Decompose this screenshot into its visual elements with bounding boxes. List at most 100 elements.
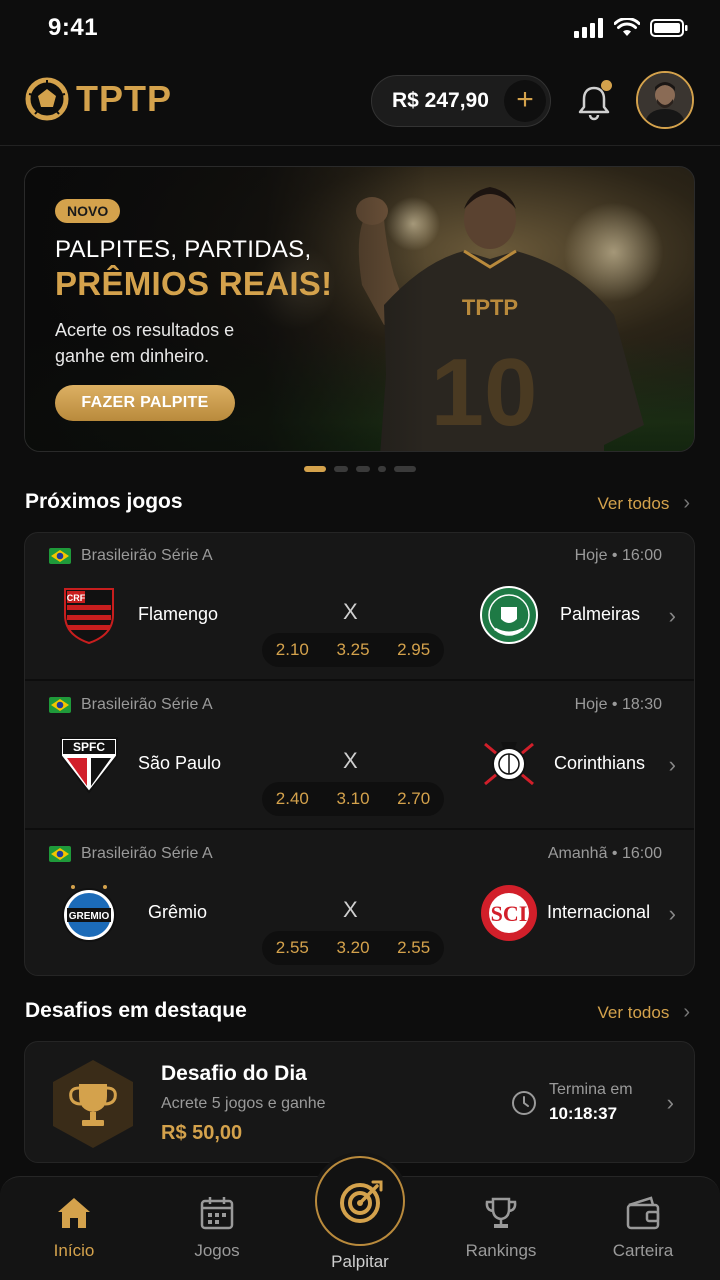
see-all-label: Ver todos <box>597 1002 670 1022</box>
jersey-number: 10 <box>431 339 538 446</box>
home-team-name: São Paulo <box>138 753 222 773</box>
chevron-right-icon: › <box>666 1090 674 1115</box>
odd-home[interactable]: 2.10 <box>276 640 309 660</box>
away-team-name: Corinthians <box>554 753 646 773</box>
status-bar: 9:41 <box>0 0 720 60</box>
wifi-icon <box>614 18 640 36</box>
match-row[interactable]: Brasileirão Série A Hoje • 16:00 CRF Fla… <box>25 533 694 681</box>
balance-amount: R$ 247,90 <box>392 89 489 112</box>
balance-pill[interactable]: R$ 247,90 + <box>371 75 551 127</box>
predict-fab-button[interactable] <box>315 1156 405 1246</box>
nav-games[interactable]: Jogos <box>157 1193 277 1261</box>
avatar-image <box>638 73 692 127</box>
odd-home[interactable]: 2.40 <box>276 789 309 809</box>
calendar-icon <box>200 1197 234 1230</box>
carousel-dot-3[interactable] <box>356 466 370 472</box>
nav-wallet[interactable]: Carteira <box>583 1193 703 1261</box>
match-row[interactable]: Brasileirão Série A Amanhã • 16:00 GREMI… <box>25 831 694 975</box>
league-name: Brasileirão Série A <box>81 845 213 862</box>
odd-away[interactable]: 2.95 <box>397 640 430 660</box>
versus-label: X <box>343 748 358 773</box>
match-time: Hoje • 16:00 <box>574 547 662 564</box>
challenge-card[interactable]: Desafio do Dia Acrete 5 jogos e ganhe R$… <box>24 1041 695 1163</box>
palmeiras-crest-icon <box>480 586 538 644</box>
logo-text: TPTP <box>76 78 173 119</box>
odd-draw[interactable]: 3.20 <box>336 938 369 958</box>
odds-group: 2.55 3.20 2.55 <box>262 931 444 965</box>
upcoming-matches-title: Próximos jogos <box>25 490 183 513</box>
brazil-flag-icon <box>49 846 71 862</box>
carousel-dot-4[interactable] <box>378 466 386 472</box>
flamengo-crest-icon: CRF <box>64 588 114 645</box>
away-team-name: Palmeiras <box>560 604 641 624</box>
challenges-see-all-link[interactable]: Ver todos › <box>598 1001 691 1024</box>
signal-icon <box>574 18 603 38</box>
chevron-right-icon: › <box>683 492 690 514</box>
carousel-dot-1[interactable] <box>304 466 326 472</box>
odd-home[interactable]: 2.55 <box>276 938 309 958</box>
clock-icon <box>512 1091 536 1115</box>
odd-draw[interactable]: 3.25 <box>336 640 369 660</box>
app-header: TPTP R$ 247,90 + <box>0 60 720 146</box>
odd-draw[interactable]: 3.10 <box>336 789 369 809</box>
gremio-crest-icon: GREMIO <box>62 885 116 942</box>
nav-home[interactable]: Início <box>14 1193 134 1261</box>
match-time: Hoje • 18:30 <box>574 696 662 713</box>
chevron-right-icon: › <box>668 603 676 628</box>
nav-rankings[interactable]: Rankings <box>441 1193 561 1261</box>
challenge-prize: R$ 50,00 <box>161 1122 243 1144</box>
home-team-name: Grêmio <box>148 902 208 922</box>
status-icons <box>574 18 688 38</box>
brazil-flag-icon <box>49 548 71 564</box>
versus-label: X <box>343 897 358 922</box>
tptp-logo-icon <box>25 77 69 121</box>
trophy-badge-icon <box>53 1060 133 1148</box>
banner-description: Acerte os resultados e ganhe em dinheiro… <box>55 320 235 366</box>
internacional-crest-icon: SCI <box>481 885 537 941</box>
add-funds-button[interactable]: + <box>504 80 546 122</box>
gremio-text: GREMIO <box>69 911 110 922</box>
spfc-text: SPFC <box>73 740 105 754</box>
matches-list: Brasileirão Série A Hoje • 16:00 CRF Fla… <box>24 532 695 976</box>
sao-paulo-crest-icon: SPFC <box>60 737 118 794</box>
carousel-dot-5[interactable] <box>394 466 416 472</box>
make-prediction-button[interactable]: FAZER PALPITE <box>55 385 235 421</box>
versus-label: X <box>343 599 358 624</box>
target-icon <box>340 1180 383 1223</box>
odds-group: 2.10 3.25 2.95 <box>262 633 444 667</box>
see-all-label: Ver todos <box>597 493 670 513</box>
odd-away[interactable]: 2.70 <box>397 789 430 809</box>
svg-text:CRF: CRF <box>67 593 86 603</box>
odds-group: 2.40 3.10 2.70 <box>262 782 444 816</box>
chevron-right-icon: › <box>668 901 676 926</box>
ends-in-label: Termina em <box>549 1081 633 1098</box>
status-time: 9:41 <box>48 14 99 41</box>
home-team-name: Flamengo <box>138 604 219 624</box>
countdown-timer: 10:18:37 <box>549 1104 618 1123</box>
nav-label: Início <box>53 1241 95 1260</box>
home-icon <box>58 1198 90 1228</box>
away-team-name: Internacional <box>547 902 651 922</box>
app-logo[interactable]: TPTP <box>24 76 172 122</box>
chevron-right-icon: › <box>683 1001 690 1023</box>
avatar[interactable] <box>636 71 694 129</box>
banner-title-line2: PRÊMIOS REAIS! <box>55 265 333 302</box>
trophy-icon <box>485 1197 517 1228</box>
featured-challenges-title: Desafios em destaque <box>25 999 247 1022</box>
odd-away[interactable]: 2.55 <box>397 938 430 958</box>
wallet-icon <box>626 1196 660 1230</box>
promo-banner[interactable]: TPTP 10 NOVO PALPITES, PARTIDAS, PRÊMIOS… <box>24 166 695 452</box>
upcoming-see-all-link[interactable]: Ver todos › <box>598 492 691 515</box>
match-time: Amanhã • 16:00 <box>547 845 662 862</box>
challenge-name: Desafio do Dia <box>161 1062 307 1085</box>
carousel-dot-2[interactable] <box>334 466 348 472</box>
league-name: Brasileirão Série A <box>81 547 213 564</box>
brazil-flag-icon <box>49 697 71 713</box>
banner-title-line1: PALPITES, PARTIDAS, <box>55 236 312 263</box>
corinthians-crest-icon <box>484 742 534 786</box>
league-info: Brasileirão Série A <box>49 845 213 863</box>
league-name: Brasileirão Série A <box>81 696 213 713</box>
battery-icon <box>650 19 688 37</box>
carousel-dots <box>304 466 416 472</box>
match-row[interactable]: Brasileirão Série A Hoje • 18:30 SPFC Sã… <box>25 682 694 830</box>
